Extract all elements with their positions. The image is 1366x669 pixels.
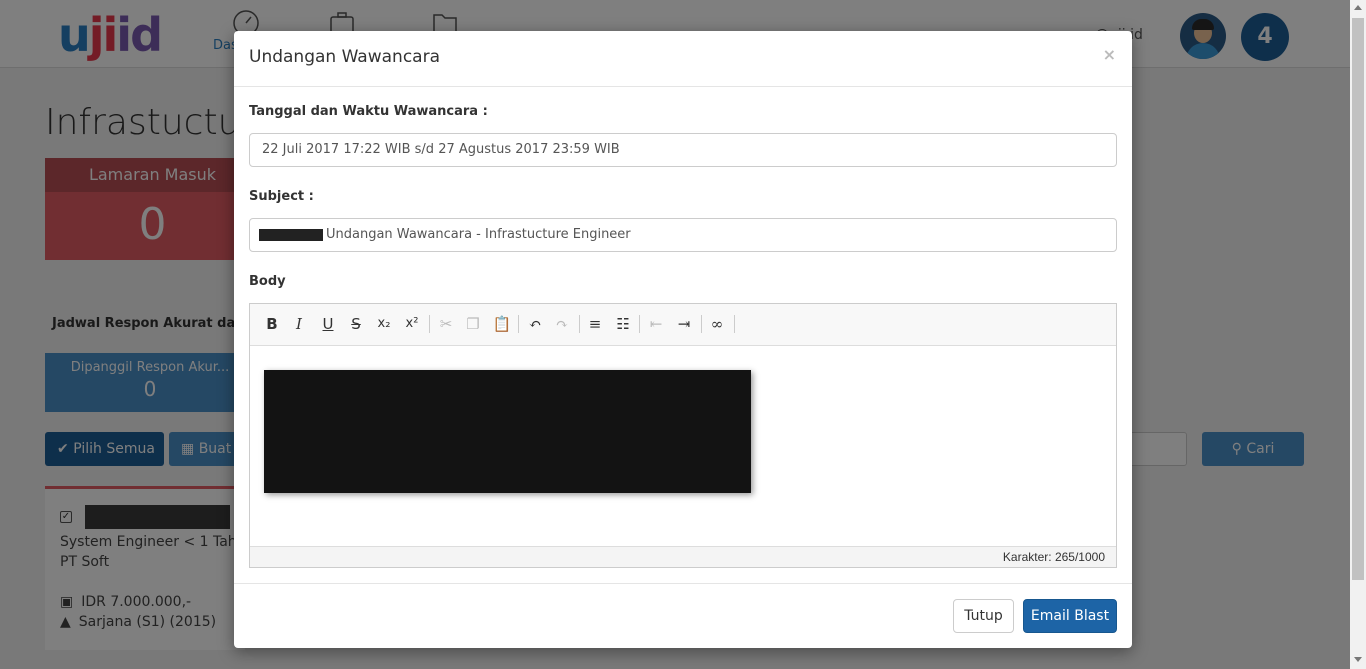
link-icon[interactable]: ∞ [705, 312, 729, 336]
outdent-icon[interactable]: ⇤ [644, 312, 668, 336]
modal-header: Undangan Wawancara × [234, 31, 1132, 87]
redacted-text [259, 228, 323, 241]
date-field[interactable]: 22 Juli 2017 17:22 WIB s/d 27 Agustus 20… [249, 133, 1117, 167]
undangan-wawancara-modal: Undangan Wawancara × Tanggal dan Waktu W… [234, 31, 1132, 648]
redo-icon[interactable]: ↷ [550, 312, 574, 336]
subject-field[interactable]: Undangan Wawancara - Infrastucture Engin… [249, 218, 1117, 252]
scrollbar-thumb[interactable] [1352, 18, 1364, 580]
modal-title: Undangan Wawancara [249, 47, 440, 67]
rich-text-editor[interactable]: B I U S x₂ x² ✂ ❐ 📋 ↶ ↷ ≡ ☷ ⇤ ⇥ ∞ Karakt… [249, 303, 1117, 568]
undo-icon[interactable]: ↶ [523, 312, 547, 336]
strikethrough-button[interactable]: S [344, 312, 368, 336]
copy-icon[interactable]: ❐ [461, 312, 485, 336]
date-label: Tanggal dan Waktu Wawancara : [249, 104, 488, 119]
subject-value: Undangan Wawancara - Infrastucture Engin… [326, 227, 631, 242]
bulleted-list-icon[interactable]: ☷ [611, 312, 635, 336]
bold-button[interactable]: B [260, 312, 284, 336]
subscript-button[interactable]: x₂ [372, 312, 396, 336]
redacted-content [264, 370, 751, 493]
subject-label: Subject : [249, 189, 314, 204]
character-counter: Karakter: 265/1000 [250, 546, 1116, 567]
numbered-list-icon[interactable]: ≡ [583, 312, 607, 336]
scrollbar[interactable] [1350, 0, 1366, 669]
editor-toolbar: B I U S x₂ x² ✂ ❐ 📋 ↶ ↷ ≡ ☷ ⇤ ⇥ ∞ [250, 304, 1116, 346]
editor-content[interactable] [250, 346, 1116, 546]
paste-icon[interactable]: 📋 [490, 312, 514, 336]
close-icon[interactable]: × [1103, 45, 1116, 64]
close-button[interactable]: Tutup [953, 599, 1014, 633]
italic-button[interactable]: I [287, 312, 311, 336]
modal-footer: Tutup Email Blast [234, 583, 1132, 648]
underline-button[interactable]: U [316, 312, 340, 336]
indent-icon[interactable]: ⇥ [672, 312, 696, 336]
superscript-button[interactable]: x² [400, 312, 424, 336]
email-blast-button[interactable]: Email Blast [1023, 599, 1117, 633]
body-label: Body [249, 274, 286, 289]
cut-icon[interactable]: ✂ [434, 312, 458, 336]
